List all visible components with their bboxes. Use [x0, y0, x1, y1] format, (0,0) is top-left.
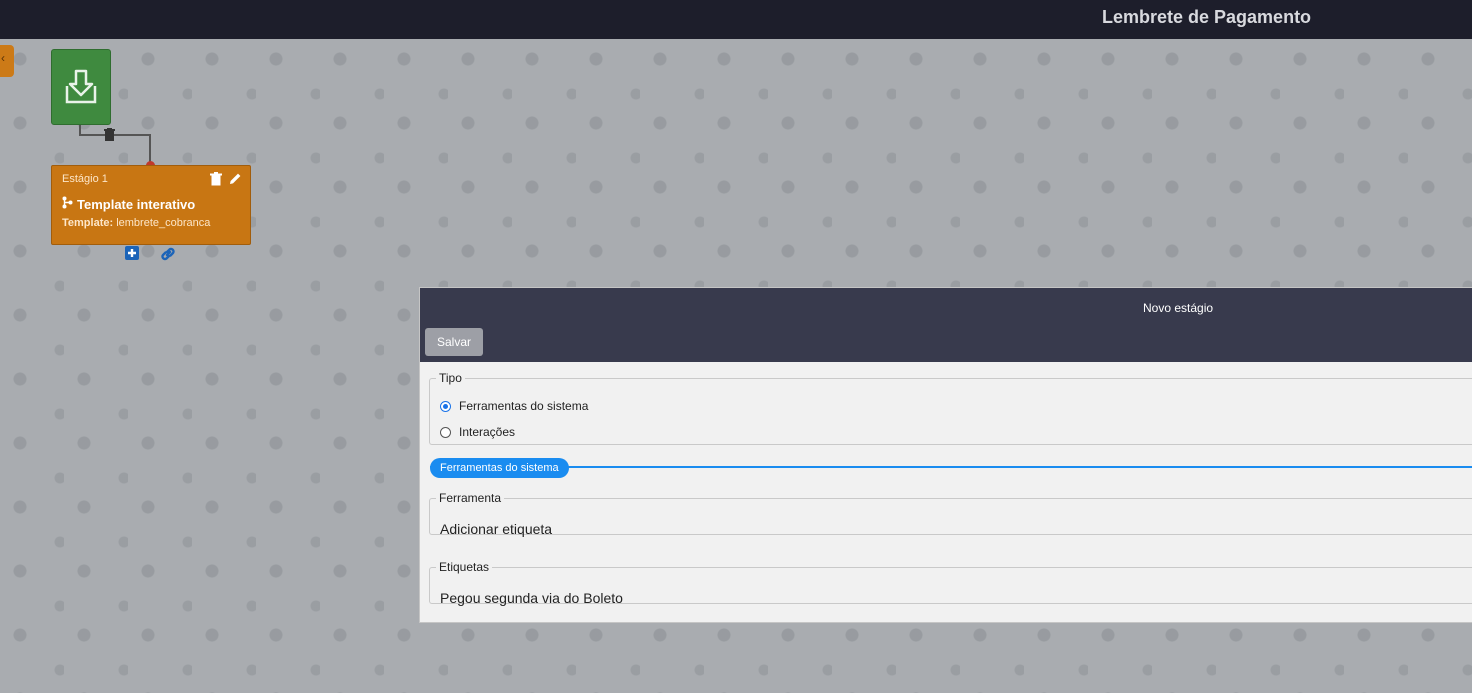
- download-icon: [65, 69, 97, 104]
- connector-delete-icon[interactable]: [104, 128, 115, 146]
- stage-title: Template interativo: [77, 196, 196, 212]
- pencil-icon[interactable]: [228, 172, 242, 191]
- stage-node[interactable]: Estágio 1 Template interativo Template: …: [51, 165, 251, 245]
- dialog-header: Novo estágio Salvar: [420, 288, 1472, 362]
- tipo-fieldset: Tipo Ferramentas do sistema Interações: [429, 371, 1472, 445]
- stage-template-info: Template: lembrete_cobranca: [62, 217, 210, 229]
- branch-icon: [62, 196, 73, 212]
- ferramenta-legend: Ferramenta: [439, 491, 502, 505]
- etiquetas-field[interactable]: Etiquetas Pegou segunda via do Boleto: [429, 560, 1472, 606]
- flow-title: Lembrete de Pagamento: [1102, 7, 1312, 27]
- link-icon[interactable]: [159, 246, 177, 267]
- stage-label: Estágio 1: [62, 173, 108, 185]
- add-stage-icon[interactable]: [125, 246, 139, 267]
- radio-button[interactable]: [440, 400, 451, 412]
- radio-option-interacoes[interactable]: Interações: [440, 425, 515, 439]
- tipo-legend: Tipo: [439, 371, 462, 385]
- dialog-title: Novo estágio: [1143, 301, 1214, 315]
- radio-button[interactable]: [440, 426, 451, 438]
- section-divider: [430, 466, 1472, 468]
- etiquetas-value[interactable]: Pegou segunda via do Boleto: [440, 590, 623, 606]
- trash-icon[interactable]: [210, 172, 222, 191]
- save-button[interactable]: Salvar: [425, 328, 483, 356]
- ferramenta-value[interactable]: Adicionar etiqueta: [440, 521, 552, 537]
- etiquetas-legend: Etiquetas: [439, 560, 490, 574]
- radio-option-ferramentas[interactable]: Ferramentas do sistema: [440, 399, 588, 413]
- template-value: lembrete_cobranca: [116, 217, 211, 229]
- radio-label: Interações: [459, 425, 516, 439]
- template-key: Template:: [62, 217, 114, 229]
- section-label: Ferramentas do sistema: [430, 458, 569, 478]
- start-node[interactable]: [51, 49, 111, 125]
- radio-label: Ferramentas do sistema: [459, 399, 589, 413]
- ferramenta-field[interactable]: Ferramenta Adicionar etiqueta: [429, 491, 1472, 537]
- new-stage-dialog: Novo estágio Salvar Tipo Ferramentas do …: [419, 287, 1472, 623]
